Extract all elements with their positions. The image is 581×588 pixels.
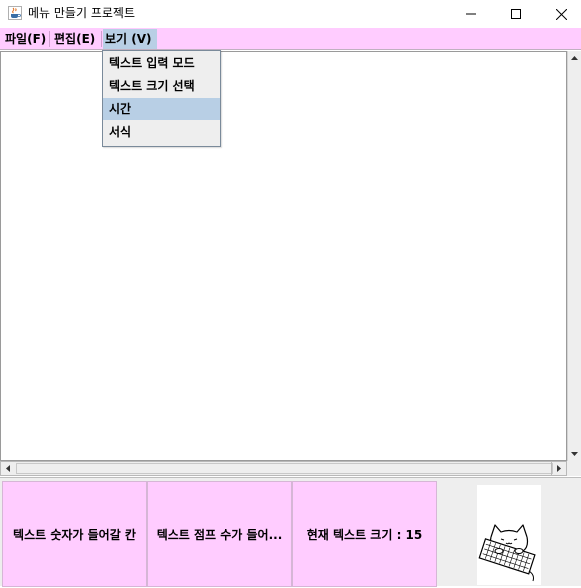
scroll-track[interactable] bbox=[568, 65, 581, 447]
menu-item-text-size-select[interactable]: 텍스트 크기 선택 bbox=[103, 75, 220, 97]
cat-typing-icon bbox=[478, 524, 536, 582]
menu-item-text-input-mode[interactable]: 텍스트 입력 모드 bbox=[103, 52, 220, 74]
menu-item-time[interactable]: 시간 bbox=[103, 98, 220, 120]
menu-separator bbox=[101, 31, 102, 47]
horizontal-scrollbar[interactable] bbox=[0, 461, 567, 476]
arrow-up-icon bbox=[571, 56, 578, 60]
scroll-corner bbox=[567, 461, 581, 476]
minimize-button[interactable] bbox=[448, 0, 494, 28]
scroll-thumb[interactable] bbox=[16, 463, 553, 474]
title-bar: 메뉴 만들기 프로젝트 bbox=[0, 0, 581, 28]
view-menu-dropdown: 텍스트 입력 모드 텍스트 크기 선택 시간 서식 bbox=[102, 50, 221, 147]
status-number-label: 텍스트 숫자가 들어갈 칸 bbox=[13, 527, 136, 542]
status-cell-number: 텍스트 숫자가 들어갈 칸 bbox=[2, 481, 147, 587]
menu-edit[interactable]: 편집(E) bbox=[52, 29, 100, 49]
scroll-right-button[interactable] bbox=[551, 462, 566, 475]
status-size-label: 현재 텍스트 크기 : 15 bbox=[306, 527, 423, 542]
status-cell-size: 현재 텍스트 크기 : 15 bbox=[292, 481, 437, 587]
arrow-down-icon bbox=[571, 452, 578, 456]
window-title: 메뉴 만들기 프로젝트 bbox=[28, 6, 135, 20]
status-cell-jump: 텍스트 점프 수가 들어... bbox=[147, 481, 292, 587]
maximize-button[interactable] bbox=[493, 0, 539, 28]
menu-view[interactable]: 보기 (V) bbox=[103, 29, 157, 49]
menu-separator bbox=[49, 31, 50, 47]
maximize-icon bbox=[511, 9, 521, 19]
menu-bar: 파일(F) 편집(E) 보기 (V) bbox=[0, 28, 581, 50]
scroll-up-button[interactable] bbox=[568, 51, 581, 65]
scroll-down-button[interactable] bbox=[568, 447, 581, 461]
vertical-scrollbar[interactable] bbox=[567, 51, 581, 461]
minimize-icon bbox=[466, 13, 476, 15]
menu-file[interactable]: 파일(F) bbox=[3, 29, 47, 49]
arrow-left-icon bbox=[6, 465, 10, 472]
text-area[interactable] bbox=[0, 51, 567, 461]
java-cup-icon bbox=[8, 6, 22, 20]
scroll-left-button[interactable] bbox=[1, 462, 15, 475]
close-button[interactable] bbox=[538, 0, 581, 28]
status-jump-label: 텍스트 점프 수가 들어... bbox=[156, 527, 283, 542]
arrow-right-icon bbox=[557, 465, 561, 472]
close-icon bbox=[555, 8, 567, 20]
status-panel: 텍스트 숫자가 들어갈 칸 텍스트 점프 수가 들어... 현재 텍스트 크기 … bbox=[0, 477, 581, 587]
cat-keyboard-image bbox=[477, 485, 541, 585]
menu-item-format[interactable]: 서식 bbox=[103, 121, 220, 143]
